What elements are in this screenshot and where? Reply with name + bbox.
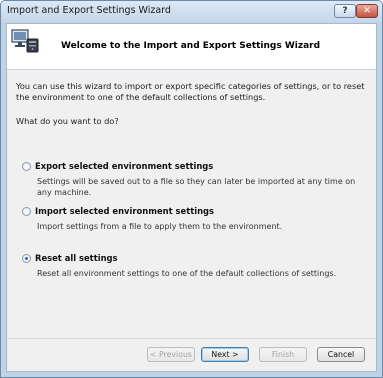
title-bar[interactable]: Import and Export Settings Wizard ? ✕ [1, 1, 382, 23]
import-radio[interactable] [22, 207, 31, 216]
export-option-description: Settings will be saved out to a file so … [37, 177, 356, 197]
wizard-header-title: Welcome to the Import and Export Setting… [61, 41, 321, 51]
intro-text: You can use this wizard to import or exp… [16, 81, 365, 102]
help-button[interactable]: ? [334, 4, 356, 18]
wizard-header: Welcome to the Import and Export Setting… [7, 24, 376, 69]
wizard-footer: < Previous Next > Finish Cancel [7, 338, 376, 371]
close-icon: ✕ [363, 6, 371, 16]
window-title: Import and Export Settings Wizard [7, 5, 171, 16]
help-icon: ? [342, 6, 348, 16]
import-option-description: Import settings from a file to apply the… [37, 222, 283, 231]
question-text: What do you want to do? [16, 116, 119, 126]
wizard-computer-icon [11, 29, 39, 53]
wizard-client-area: Welcome to the Import and Export Setting… [6, 23, 377, 372]
reset-radio[interactable] [22, 254, 31, 263]
cancel-button[interactable]: Cancel [317, 347, 365, 362]
next-button[interactable]: Next > [201, 347, 249, 362]
export-radio[interactable] [22, 162, 31, 171]
wizard-window: Import and Export Settings Wizard ? ✕ We… [0, 0, 383, 378]
reset-option-label[interactable]: Reset all settings [35, 253, 118, 263]
export-option-label[interactable]: Export selected environment settings [35, 161, 213, 171]
finish-button[interactable]: Finish [259, 347, 307, 362]
import-option-label[interactable]: Import selected environment settings [35, 206, 214, 216]
previous-button[interactable]: < Previous [147, 347, 195, 362]
wizard-body: You can use this wizard to import or exp… [7, 70, 376, 338]
reset-option-description: Reset all environment settings to one of… [37, 269, 337, 278]
close-button[interactable]: ✕ [356, 4, 378, 18]
